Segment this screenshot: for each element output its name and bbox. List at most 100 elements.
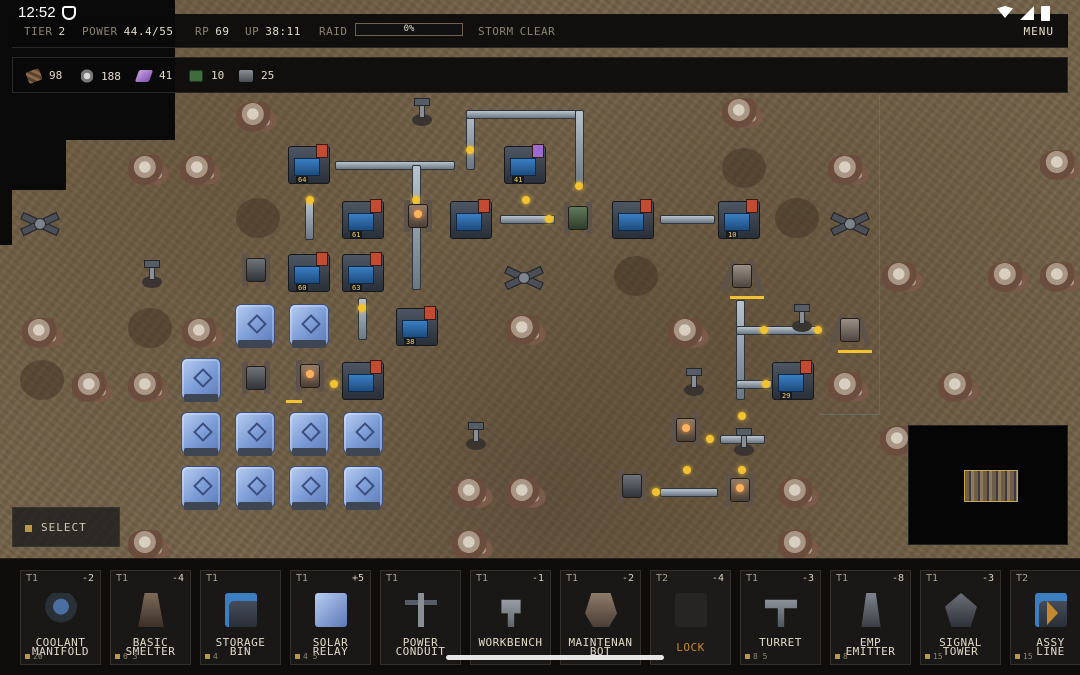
- rock-deposit[interactable]: [182, 318, 224, 348]
- solar-relay[interactable]: [340, 408, 386, 460]
- solar-relay[interactable]: [178, 354, 224, 406]
- maintenance-bot[interactable]: [236, 250, 276, 290]
- rock-deposit[interactable]: [668, 318, 710, 348]
- rock-deposit[interactable]: [1040, 262, 1080, 292]
- rock-deposit[interactable]: [778, 530, 820, 560]
- turret[interactable]: [726, 426, 762, 462]
- rock-deposit[interactable]: [828, 372, 870, 402]
- basic-smelter[interactable]: [398, 196, 438, 236]
- storage-bin[interactable]: 41: [502, 140, 548, 188]
- solar-relay[interactable]: [286, 408, 332, 460]
- solar-relay[interactable]: [286, 300, 332, 352]
- scroll-right-arrow-icon[interactable]: [1047, 601, 1058, 625]
- storage-bin[interactable]: 38: [394, 302, 440, 350]
- signal-tower[interactable]: [558, 198, 598, 238]
- solar-relay[interactable]: [232, 408, 278, 460]
- rock-deposit[interactable]: [128, 155, 170, 185]
- solar-relay[interactable]: [178, 462, 224, 514]
- build-card-signal[interactable]: T1 -3 SIGNAL TOWER 15: [920, 570, 1001, 665]
- solar-relay[interactable]: [232, 300, 278, 352]
- minimap-viewport[interactable]: [964, 470, 1018, 502]
- hostile-walker[interactable]: [720, 256, 764, 296]
- rock-deposit[interactable]: [22, 318, 64, 348]
- solar-relay[interactable]: [286, 462, 332, 514]
- card-cost: 15: [925, 652, 943, 661]
- emp-emitter[interactable]: [826, 206, 874, 242]
- power-conduit[interactable]: [466, 110, 475, 170]
- build-card-solar[interactable]: T1 +5 SOLAR RELAY 4 5: [290, 570, 371, 665]
- rock-deposit[interactable]: [452, 478, 494, 508]
- select-button[interactable]: SELECT: [12, 507, 120, 547]
- power-conduit[interactable]: [466, 110, 581, 119]
- rock-deposit[interactable]: [128, 530, 170, 560]
- rock-deposit[interactable]: [778, 478, 820, 508]
- power-conduit[interactable]: [335, 161, 455, 170]
- rock-deposit[interactable]: [505, 478, 547, 508]
- maintenance-bot[interactable]: [236, 358, 276, 398]
- rock-deposit[interactable]: [452, 530, 494, 560]
- turret[interactable]: [404, 96, 440, 132]
- storage-bin[interactable]: [340, 356, 386, 404]
- card-cost: 8 5: [745, 652, 767, 661]
- storage-bin[interactable]: 60: [286, 248, 332, 296]
- build-card-storage[interactable]: T2 ASSY LINE 15: [1010, 570, 1080, 665]
- turret[interactable]: [458, 420, 494, 456]
- build-card-smelter[interactable]: T1 -4 BASIC SMELTER 6 3: [110, 570, 191, 665]
- build-card-power[interactable]: T1 POWER CONDUIT: [380, 570, 461, 665]
- minimap[interactable]: [908, 425, 1068, 545]
- solar-relay[interactable]: [232, 462, 278, 514]
- build-card-lock[interactable]: T2 -4 LOCK: [650, 570, 731, 665]
- turret[interactable]: [784, 302, 820, 338]
- build-card-coolant[interactable]: T1 -2 COOLANT MANIFOLD 20: [20, 570, 101, 665]
- turret[interactable]: [134, 258, 170, 294]
- storage-bin[interactable]: 29: [770, 356, 816, 404]
- lock-icon: [675, 593, 707, 627]
- maintenance-bot[interactable]: [612, 466, 652, 506]
- power-node: [652, 488, 660, 496]
- resource-ingot: 25: [239, 69, 274, 82]
- unexplored-area: [0, 140, 66, 190]
- storage-bin[interactable]: 63: [340, 248, 386, 296]
- power-conduit[interactable]: [660, 215, 715, 224]
- rock-deposit[interactable]: [988, 262, 1030, 292]
- solar-relay[interactable]: [340, 462, 386, 514]
- turret-icon: [765, 599, 797, 627]
- hostile-walker[interactable]: [828, 310, 872, 350]
- build-card-turret[interactable]: T1 -3 TURRET 8 5: [740, 570, 821, 665]
- storage-bin[interactable]: [448, 195, 494, 243]
- rock-deposit[interactable]: [938, 372, 980, 402]
- build-card-storage[interactable]: T1 STORAGE BIN 4: [200, 570, 281, 665]
- power-conduit[interactable]: [575, 110, 584, 188]
- rock-deposit[interactable]: [236, 102, 278, 132]
- rock-deposit[interactable]: [180, 155, 222, 185]
- rock-deposit[interactable]: [722, 98, 764, 128]
- build-card-workbench[interactable]: T1 -1 WORKBENCH: [470, 570, 551, 665]
- emp-emitter[interactable]: [16, 206, 64, 242]
- rock-deposit[interactable]: [882, 262, 924, 292]
- build-card-emp[interactable]: T1 -8 EMP EMITTER 8: [830, 570, 911, 665]
- basic-smelter[interactable]: [290, 356, 330, 396]
- solar-relay[interactable]: [178, 408, 224, 460]
- rock-deposit[interactable]: [505, 315, 547, 345]
- unexplored-area: [0, 190, 12, 245]
- power-node: [330, 380, 338, 388]
- rock-deposit[interactable]: [828, 155, 870, 185]
- storage-bin[interactable]: 10: [716, 195, 762, 243]
- health-bar: [838, 350, 872, 353]
- power-conduit[interactable]: [660, 488, 718, 497]
- resource-value: 98: [49, 69, 63, 82]
- power-conduit[interactable]: [305, 200, 314, 240]
- basic-smelter[interactable]: [720, 470, 760, 510]
- storage-bin[interactable]: 61: [340, 195, 386, 243]
- rock-deposit[interactable]: [1040, 150, 1080, 180]
- home-indicator[interactable]: [446, 655, 664, 660]
- storage-bin[interactable]: 64: [286, 140, 332, 188]
- card-name: TURRET: [759, 636, 802, 649]
- emp-emitter[interactable]: [500, 260, 548, 296]
- build-card-bot[interactable]: T1 -2 MAINTENAN BOT: [560, 570, 641, 665]
- basic-smelter[interactable]: [666, 410, 706, 450]
- turret[interactable]: [676, 366, 712, 402]
- rock-deposit[interactable]: [128, 372, 170, 402]
- rock-deposit[interactable]: [72, 372, 114, 402]
- storage-bin[interactable]: [610, 195, 656, 243]
